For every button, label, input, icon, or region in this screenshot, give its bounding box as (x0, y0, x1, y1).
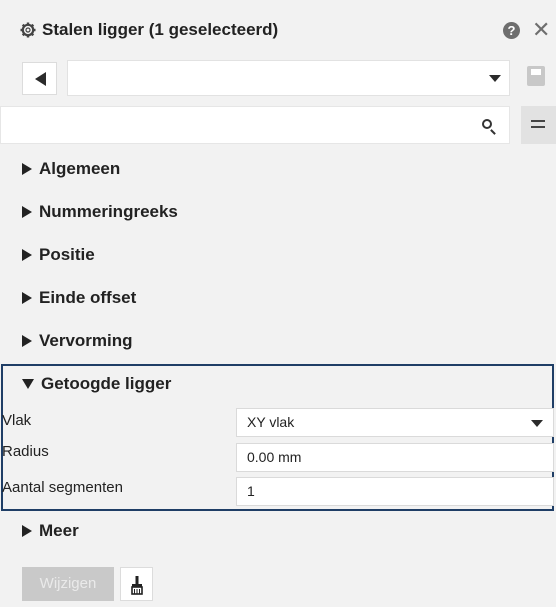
vlak-label: Vlak (2, 412, 32, 429)
gear-icon (20, 22, 36, 38)
search-input[interactable] (9, 107, 473, 143)
section-nummeringreeks[interactable]: Nummeringreeks (22, 202, 178, 222)
menu-button[interactable] (521, 106, 556, 144)
expand-arrow-icon (22, 205, 32, 218)
chevron-down-icon (531, 420, 543, 427)
panel-title: Stalen ligger (1 geselecteerd) (42, 20, 279, 39)
pick-properties-button[interactable] (120, 567, 153, 601)
section-algemeen[interactable]: Algemeen (22, 159, 120, 179)
expand-arrow-icon (22, 162, 32, 175)
help-icon[interactable]: ? (503, 22, 520, 39)
section-einde-offset[interactable]: Einde offset (22, 288, 136, 308)
save-icon[interactable] (527, 66, 545, 86)
segmenten-label: Aantal segmenten (2, 479, 123, 496)
properties-panel: Stalen ligger (1 geselecteerd) ? ✕ Algem… (0, 0, 556, 605)
search-icon[interactable] (482, 119, 492, 129)
section-meer[interactable]: Meer (22, 521, 79, 541)
radius-field[interactable]: 0.00 mm (236, 443, 554, 472)
brush-icon (131, 576, 143, 595)
preset-dropdown[interactable] (67, 60, 510, 96)
wijzigen-button[interactable]: Wijzigen (22, 567, 114, 601)
back-arrow-icon (35, 72, 46, 86)
section-getoogde-ligger[interactable]: Getoogde ligger (22, 374, 171, 394)
chevron-down-icon (489, 75, 501, 82)
expand-arrow-icon (22, 248, 32, 261)
segmenten-field[interactable]: 1 (236, 477, 554, 506)
section-positie[interactable]: Positie (22, 245, 95, 265)
expand-arrow-icon (22, 291, 32, 304)
radius-label: Radius (2, 443, 49, 460)
expand-arrow-icon (22, 334, 32, 347)
expand-arrow-icon (22, 524, 32, 537)
collapse-arrow-icon (22, 378, 34, 389)
menu-icon (531, 120, 545, 122)
panel-header: Stalen ligger (1 geselecteerd) ? ✕ (0, 0, 556, 58)
section-vervorming[interactable]: Vervorming (22, 331, 133, 351)
vlak-dropdown[interactable]: XY vlak (236, 408, 554, 437)
back-button[interactable] (22, 62, 57, 95)
close-icon[interactable]: ✕ (532, 19, 550, 41)
search-box (0, 106, 510, 144)
